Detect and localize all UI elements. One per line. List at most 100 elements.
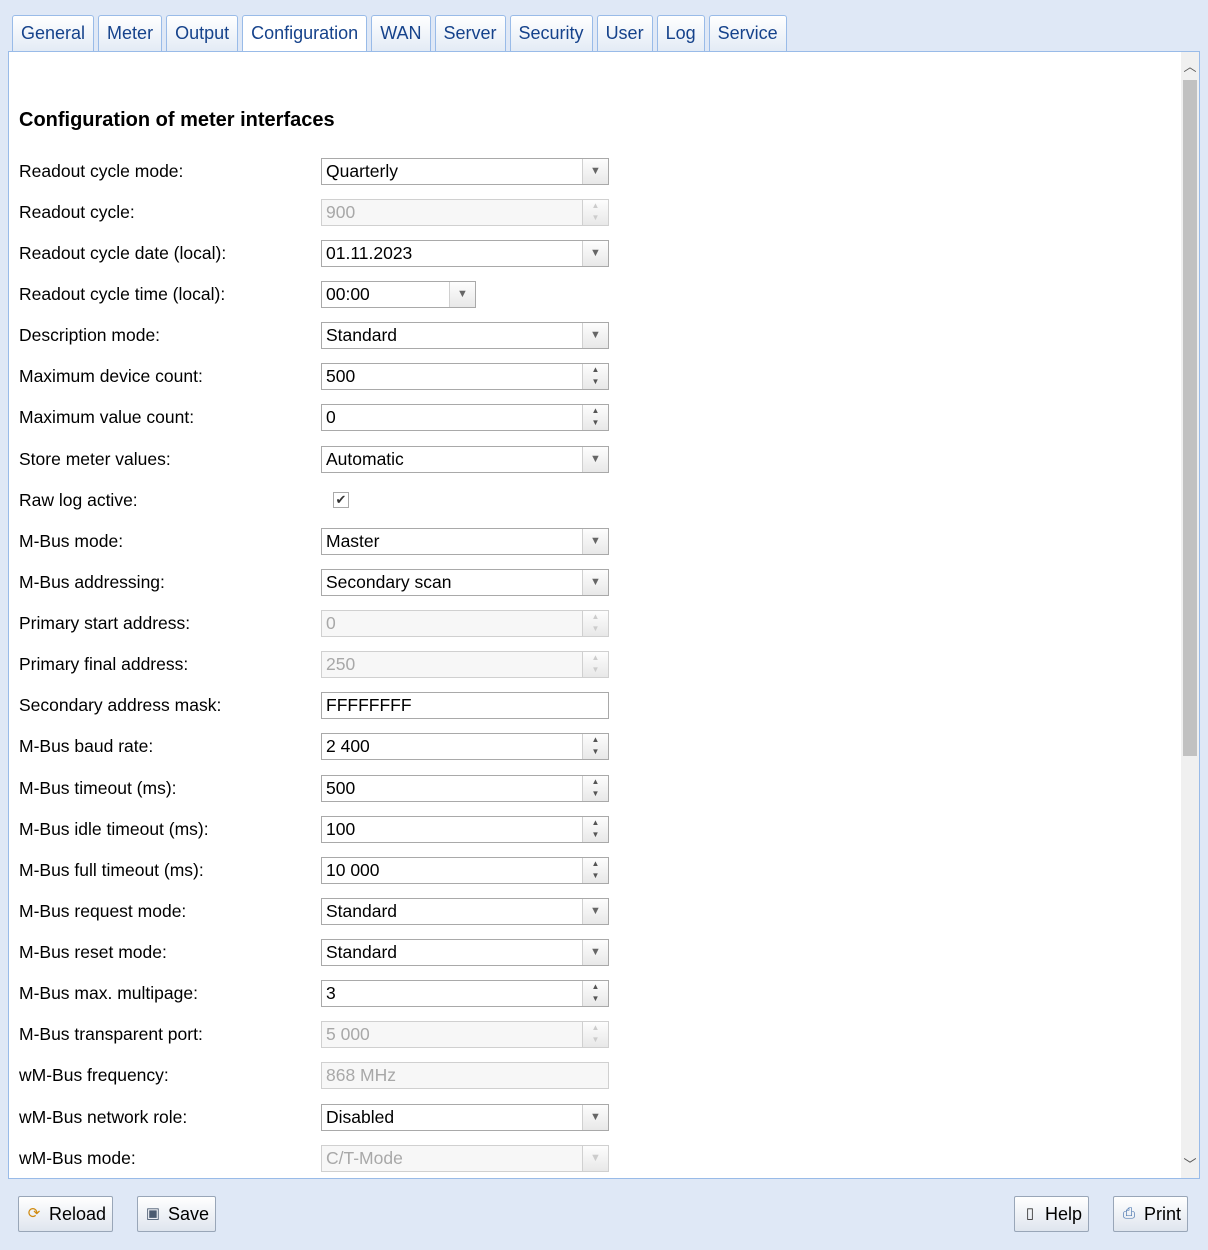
vertical-scrollbar[interactable]: ︿ ﹀ (1181, 52, 1199, 1178)
spinner-icon[interactable]: ▲ ▼ (582, 405, 608, 430)
mbus-addressing-select[interactable]: Secondary scan ▼ (321, 569, 609, 596)
mbus-mode-select[interactable]: Master ▼ (321, 528, 609, 555)
mbus-idle-timeout-input[interactable]: 100 ▲ ▼ (321, 816, 609, 843)
tab-meter[interactable]: Meter (98, 15, 163, 51)
readout-cycle-date-picker[interactable]: 01.11.2023 ▼ (321, 240, 609, 267)
store-meter-values-label: Store meter values: (19, 449, 171, 469)
row-mbus-mode: M-Bus mode: Master ▼ (19, 526, 1169, 556)
readout-cycle-date-value: 01.11.2023 (326, 243, 413, 263)
scroll-down-icon[interactable]: ﹀ (1181, 1156, 1199, 1174)
mbus-reset-mode-select[interactable]: Standard ▼ (321, 939, 609, 966)
spinner-icon: ▲ ▼ (582, 611, 608, 636)
mbus-idle-timeout-label: M-Bus idle timeout (ms): (19, 819, 209, 839)
scrollbar-thumb[interactable] (1183, 80, 1197, 756)
mbus-mode-label: M-Bus mode: (19, 531, 124, 551)
readout-cycle-time-label: Readout cycle time (local): (19, 284, 226, 304)
max-value-count-input[interactable]: 0 ▲ ▼ (321, 404, 609, 431)
mbus-timeout-input[interactable]: 500 ▲ ▼ (321, 775, 609, 802)
readout-cycle-mode-select[interactable]: Quarterly ▼ (321, 158, 609, 185)
readout-cycle-input: 900 ▲ ▼ (321, 199, 609, 226)
section-title: Configuration of meter interfaces (19, 109, 335, 131)
spinner-icon[interactable]: ▲ ▼ (582, 364, 608, 389)
row-mbus-idle-timeout: M-Bus idle timeout (ms): 100 ▲ ▼ (19, 814, 1169, 844)
chevron-down-icon[interactable]: ▼ (449, 282, 475, 307)
primary-final-address-label: Primary final address: (19, 654, 189, 674)
tab-user[interactable]: User (596, 15, 653, 51)
mbus-transparent-port-label: M-Bus transparent port: (19, 1024, 203, 1044)
tab-wan[interactable]: WAN (371, 15, 431, 51)
secondary-address-mask-label: Secondary address mask: (19, 695, 222, 715)
chevron-down-icon[interactable]: ▼ (582, 940, 608, 965)
readout-cycle-value: 900 (326, 202, 356, 222)
reload-button[interactable]: ⟳ Reload (18, 1196, 114, 1232)
chevron-down-icon[interactable]: ▼ (582, 899, 608, 924)
row-mbus-max-multipage: M-Bus max. multipage: 3 ▲ ▼ (19, 978, 1169, 1008)
tab-security[interactable]: Security (509, 15, 593, 51)
configuration-panel: Configuration of meter interfaces Readou… (8, 52, 1200, 1179)
save-label: Save (168, 1203, 210, 1224)
chevron-down-icon[interactable]: ▼ (582, 529, 608, 554)
tab-service[interactable]: Service (708, 15, 787, 51)
save-button[interactable]: ▣ Save (137, 1196, 217, 1232)
primary-start-address-input: 0 ▲ ▼ (321, 610, 609, 637)
max-device-count-input[interactable]: 500 ▲ ▼ (321, 363, 609, 390)
chevron-down-icon[interactable]: ▼ (582, 323, 608, 348)
description-mode-select[interactable]: Standard ▼ (321, 322, 609, 349)
mbus-baud-rate-input[interactable]: 2 400 ▲ ▼ (321, 733, 609, 760)
mbus-mode-value: Master (326, 531, 380, 551)
mbus-addressing-value: Secondary scan (326, 572, 452, 592)
mbus-reset-mode-label: M-Bus reset mode: (19, 942, 167, 962)
readout-cycle-time-select[interactable]: 00:00 ▼ (321, 281, 476, 308)
save-icon: ▣ (145, 1205, 161, 1222)
max-value-count-label: Maximum value count: (19, 407, 195, 427)
reload-label: Reload (49, 1203, 107, 1224)
spinner-icon[interactable]: ▲ ▼ (582, 734, 608, 759)
mbus-request-mode-select[interactable]: Standard ▼ (321, 898, 609, 925)
mbus-timeout-value: 500 (326, 778, 356, 798)
tab-log[interactable]: Log (656, 15, 705, 51)
mbus-transparent-port-input: 5 000 ▲ ▼ (321, 1021, 609, 1048)
tab-general[interactable]: General (12, 15, 95, 51)
mbus-full-timeout-input[interactable]: 10 000 ▲ ▼ (321, 857, 609, 884)
spinner-icon[interactable]: ▲ ▼ (582, 981, 608, 1006)
description-mode-label: Description mode: (19, 325, 161, 345)
help-icon: ▯ (1025, 1205, 1035, 1222)
row-store-meter-values: Store meter values: Automatic ▼ (19, 444, 1169, 474)
wmbus-frequency-input: 868 MHz (321, 1062, 609, 1089)
chevron-down-icon[interactable]: ▼ (582, 447, 608, 472)
help-button[interactable]: ▯ Help (1014, 1196, 1090, 1232)
mbus-reset-mode-value: Standard (326, 942, 398, 962)
spinner-icon[interactable]: ▲ ▼ (582, 817, 608, 842)
scroll-up-icon[interactable]: ︿ (1181, 58, 1199, 76)
mbus-max-multipage-input[interactable]: 3 ▲ ▼ (321, 980, 609, 1007)
tab-configuration[interactable]: Configuration (242, 15, 368, 52)
row-primary-final-address: Primary final address: 250 ▲ ▼ (19, 649, 1169, 679)
chevron-down-icon[interactable]: ▼ (582, 241, 608, 266)
raw-log-active-checkbox[interactable]: ✔ (333, 492, 349, 508)
store-meter-values-value: Automatic (326, 449, 404, 469)
row-readout-cycle-date: Readout cycle date (local): 01.11.2023 ▼ (19, 238, 1169, 268)
store-meter-values-select[interactable]: Automatic ▼ (321, 446, 609, 473)
row-mbus-baud-rate: M-Bus baud rate: 2 400 ▲ ▼ (19, 731, 1169, 761)
chevron-down-icon[interactable]: ▼ (582, 570, 608, 595)
chevron-down-icon[interactable]: ▼ (582, 1105, 608, 1130)
mbus-request-mode-label: M-Bus request mode: (19, 901, 187, 921)
tab-output[interactable]: Output (166, 15, 239, 51)
wmbus-frequency-value: 868 MHz (326, 1065, 397, 1085)
max-value-count-value: 0 (326, 407, 336, 427)
row-secondary-address-mask: Secondary address mask: FFFFFFFF (19, 690, 1169, 720)
wmbus-network-role-select[interactable]: Disabled ▼ (321, 1104, 609, 1131)
spinner-icon[interactable]: ▲ ▼ (582, 776, 608, 801)
print-button[interactable]: ⎙ Print (1113, 1196, 1189, 1232)
tab-server[interactable]: Server (434, 15, 506, 51)
row-raw-log-active: Raw log active: ✔ (19, 485, 1169, 515)
spinner-icon[interactable]: ▲ ▼ (582, 858, 608, 883)
primary-final-address-input: 250 ▲ ▼ (321, 651, 609, 678)
wmbus-mode-select: C/T-Mode ▼ (321, 1145, 609, 1172)
readout-cycle-mode-label: Readout cycle mode: (19, 161, 184, 181)
spinner-icon: ▲ ▼ (582, 200, 608, 225)
row-readout-cycle: Readout cycle: 900 ▲ ▼ (19, 197, 1169, 227)
chevron-down-icon[interactable]: ▼ (582, 159, 608, 184)
secondary-address-mask-input[interactable]: FFFFFFFF (321, 692, 609, 719)
chevron-down-icon: ▼ (582, 1146, 608, 1171)
